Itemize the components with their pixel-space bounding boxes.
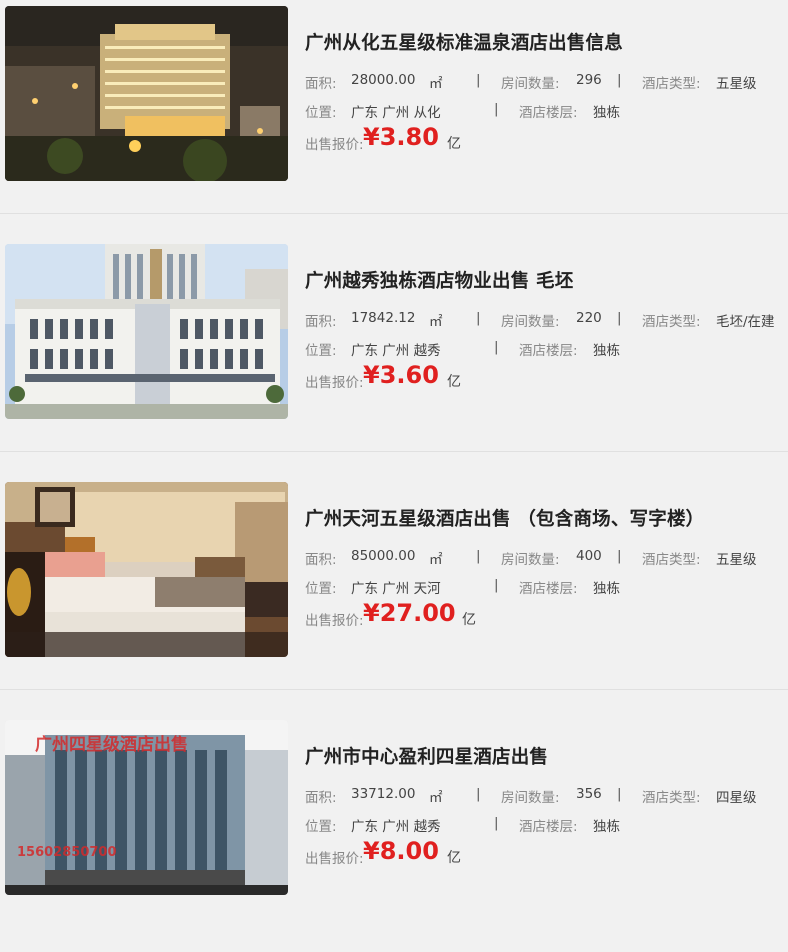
price-unit: 亿 [447,136,461,152]
area-label: 面积: [305,76,337,92]
hotel-type-label: 酒店类型: [642,314,701,330]
separator: | [617,548,622,564]
separator: | [476,548,481,564]
location-label: 位置: [305,581,337,597]
separator: | [494,815,499,831]
rooms-value: 400 [576,548,602,564]
hotel-type-label: 酒店类型: [642,76,701,92]
area-unit: ㎡ [429,790,443,806]
rooms-label: 房间数量: [501,552,560,568]
price-unit: 亿 [447,374,461,390]
floors-label: 酒店楼层: [519,343,578,359]
separator: | [476,72,481,88]
location-value: 广东 广州 越秀 [351,819,441,835]
price-label: 出售报价: [305,851,364,867]
price-value: ¥8.00 [363,837,439,865]
listing-card[interactable]: 广州越秀独栋酒店物业出售 毛坯 面积: 17842.12 ㎡ | 房间数量: 2… [0,238,788,476]
hotel-type-value: 毛坯/在建 [716,314,775,330]
price-label: 出售报价: [305,137,364,153]
listing-card[interactable]: 广州天河五星级酒店出售 （包含商场、写字楼） 面积: 85000.00 ㎡ | … [0,476,788,714]
area-unit: ㎡ [429,76,443,92]
price-unit: 亿 [462,612,476,628]
floors-value: 独栋 [593,105,620,121]
rooms-value: 356 [576,786,602,802]
hotel-photo-tower[interactable]: 广州四星级酒店出售 15602850700 [5,720,288,895]
location-label: 位置: [305,105,337,121]
area-label: 面积: [305,552,337,568]
separator: | [617,310,622,326]
floors-value: 独栋 [593,343,620,359]
separator: | [494,339,499,355]
area-unit: ㎡ [429,314,443,330]
listing-title[interactable]: 广州市中心盈利四星酒店出售 [305,743,548,769]
divider [0,451,788,452]
price-value: ¥3.80 [363,123,439,151]
price-value: ¥27.00 [363,599,456,627]
area-value: 33712.00 [351,786,416,802]
price-value: ¥3.60 [363,361,439,389]
area-label: 面积: [305,790,337,806]
image-caption-text: 广州四星级酒店出售 [35,734,188,755]
floors-value: 独栋 [593,819,620,835]
hotel-type-value: 五星级 [716,76,757,92]
location-value: 广东 广州 从化 [351,105,441,121]
rooms-value: 296 [576,72,602,88]
floors-label: 酒店楼层: [519,581,578,597]
listing-title[interactable]: 广州从化五星级标准温泉酒店出售信息 [305,29,623,55]
listing-card[interactable]: 广州从化五星级标准温泉酒店出售信息 面积: 28000.00 ㎡ | 房间数量:… [0,0,788,238]
location-label: 位置: [305,343,337,359]
floors-label: 酒店楼层: [519,819,578,835]
area-value: 17842.12 [351,310,416,326]
rooms-label: 房间数量: [501,790,560,806]
rooms-value: 220 [576,310,602,326]
rooms-label: 房间数量: [501,76,560,92]
area-value: 85000.00 [351,548,416,564]
separator: | [494,577,499,593]
location-label: 位置: [305,819,337,835]
hotel-photo-night-resort[interactable] [5,6,288,181]
hotel-type-value: 五星级 [716,552,757,568]
image-phone-text: 15602850700 [17,845,117,860]
divider [0,689,788,690]
area-unit: ㎡ [429,552,443,568]
area-value: 28000.00 [351,72,416,88]
separator: | [476,786,481,802]
location-value: 广东 广州 越秀 [351,343,441,359]
area-label: 面积: [305,314,337,330]
hotel-type-label: 酒店类型: [642,790,701,806]
price-unit: 亿 [447,850,461,866]
price-label: 出售报价: [305,375,364,391]
separator: | [617,72,622,88]
hotel-type-label: 酒店类型: [642,552,701,568]
hotel-photo-bedroom[interactable] [5,482,288,657]
floors-label: 酒店楼层: [519,105,578,121]
hotel-type-value: 四星级 [716,790,757,806]
floors-value: 独栋 [593,581,620,597]
price-label: 出售报价: [305,613,364,629]
separator: | [476,310,481,326]
listing-title[interactable]: 广州越秀独栋酒店物业出售 毛坯 [305,267,573,293]
hotel-photo-white-building[interactable] [5,244,288,419]
listing-card[interactable]: 广州四星级酒店出售 15602850700 广州市中心盈利四星酒店出售 面积: … [0,714,788,952]
rooms-label: 房间数量: [501,314,560,330]
location-value: 广东 广州 天河 [351,581,441,597]
divider [0,213,788,214]
listing-title[interactable]: 广州天河五星级酒店出售 （包含商场、写字楼） [305,505,704,531]
separator: | [617,786,622,802]
separator: | [494,101,499,117]
